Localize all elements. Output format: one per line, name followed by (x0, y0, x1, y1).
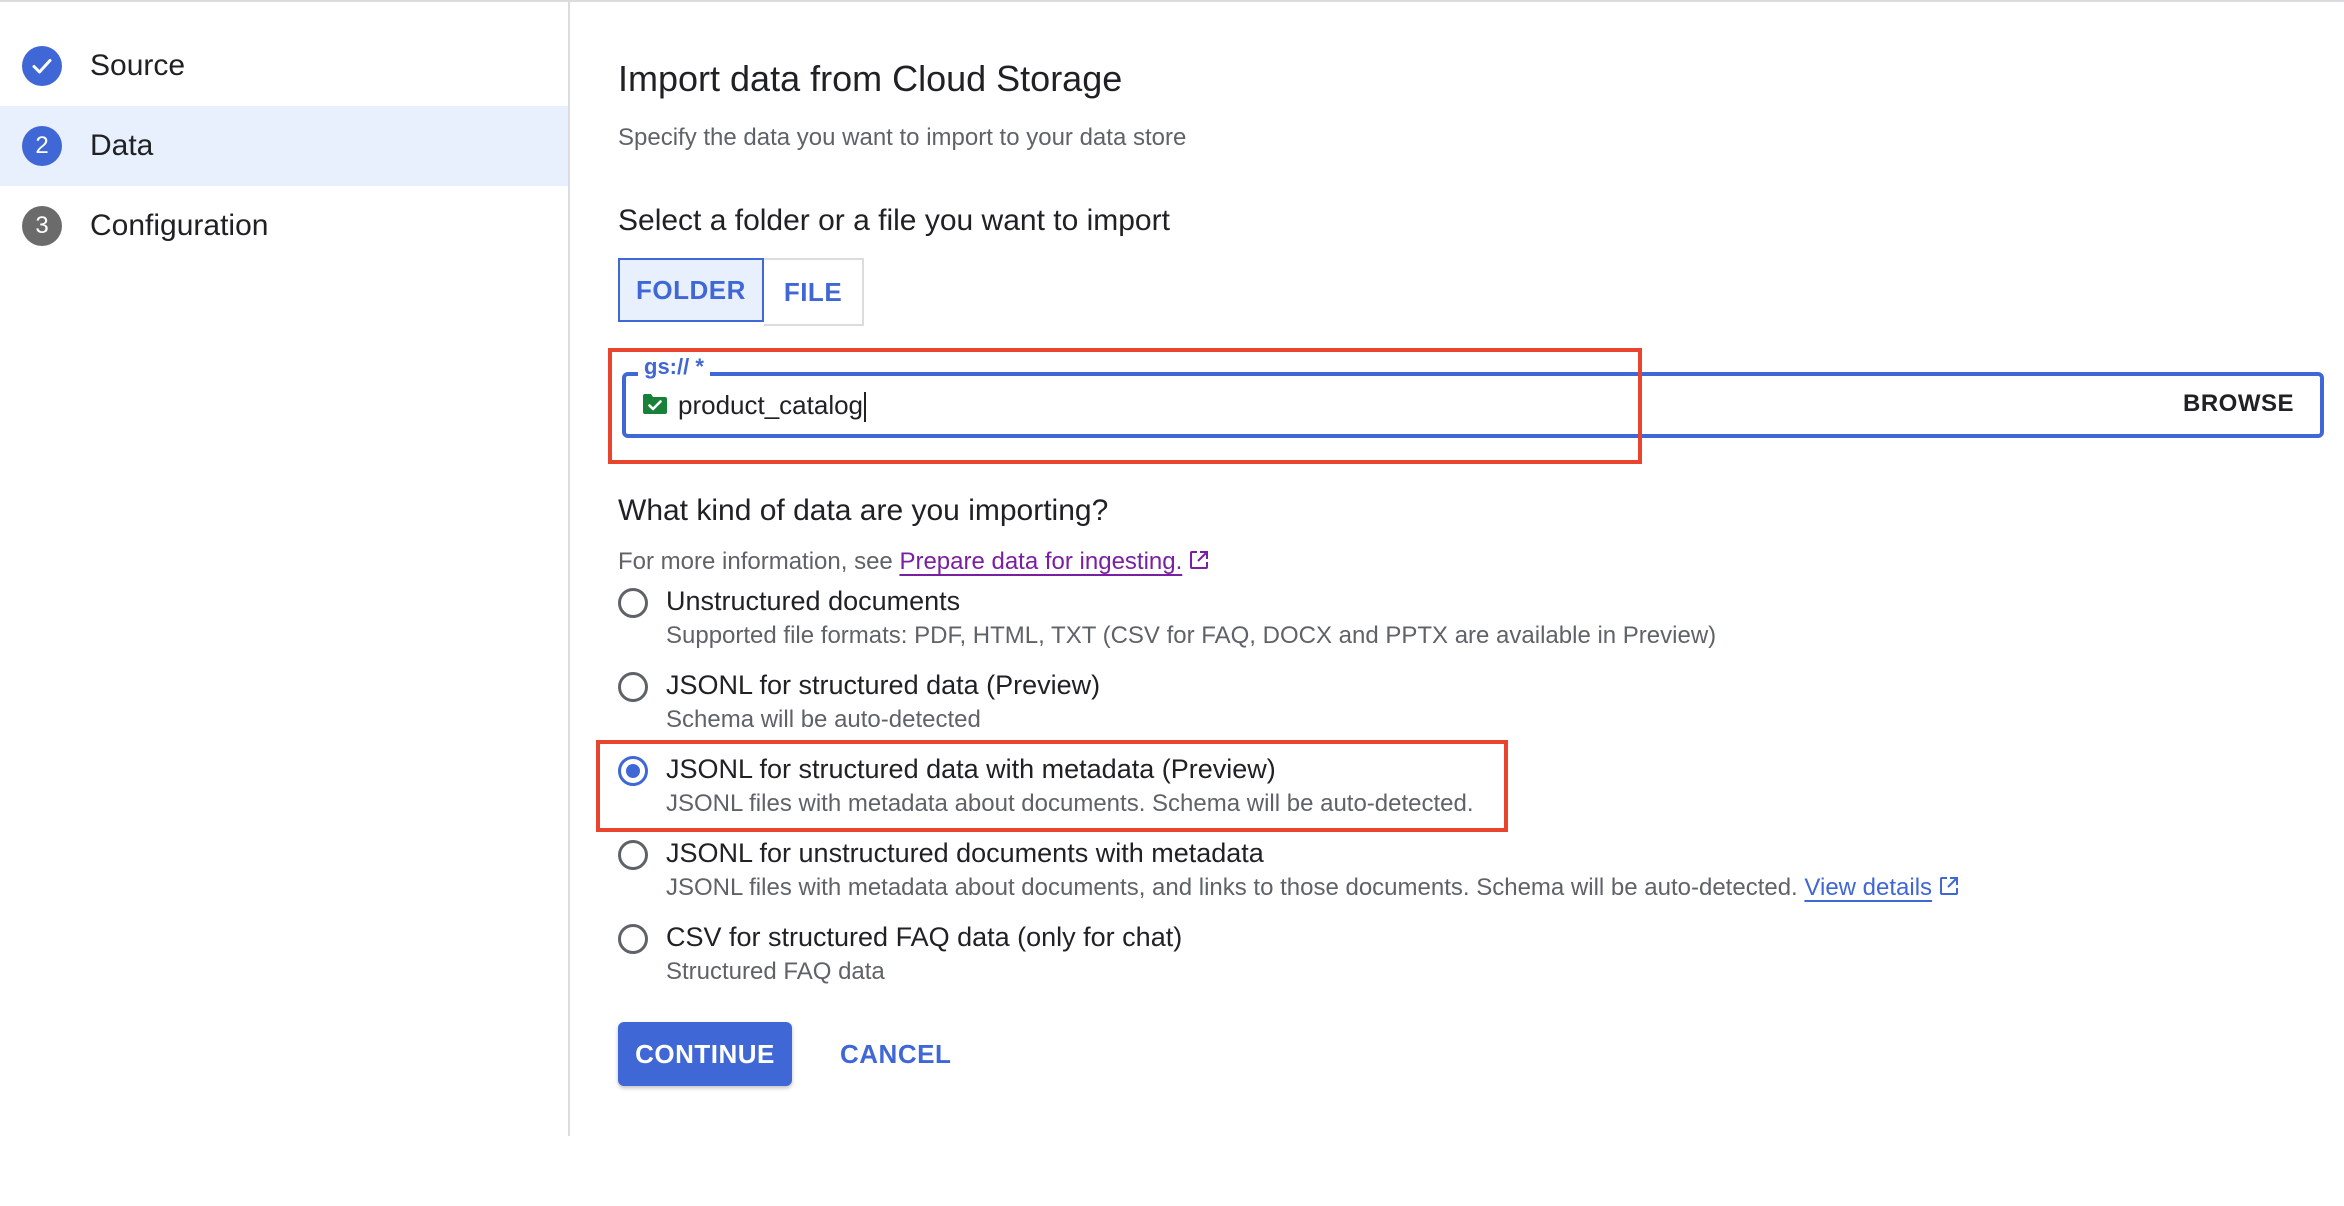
browse-button[interactable]: BROWSE (2183, 390, 2294, 418)
page-subtitle: Specify the data you want to import to y… (618, 124, 1187, 151)
radio-button[interactable] (618, 840, 648, 870)
view-details-link[interactable]: View details (1804, 874, 1932, 901)
step-number: 3 (22, 206, 62, 246)
file-toggle-button[interactable]: FILE (764, 258, 864, 326)
radio-button[interactable] (618, 672, 648, 702)
select-heading: Select a folder or a file you want to im… (618, 204, 1170, 237)
page-title: Import data from Cloud Storage (618, 58, 1123, 99)
external-link-icon (1188, 549, 1210, 571)
step-source[interactable]: Source (0, 26, 568, 106)
step-label: Data (90, 129, 154, 162)
step-number: 2 (22, 126, 62, 166)
info-text: For more information, see Prepare data f… (618, 548, 1210, 576)
step-configuration[interactable]: 3 Configuration (0, 186, 568, 266)
radio-button-selected[interactable] (618, 756, 648, 786)
gcs-path-field[interactable]: gs:// * product_catalog BROWSE (622, 354, 2324, 438)
path-input-value[interactable]: product_catalog (678, 390, 867, 423)
step-label: Configuration (90, 209, 269, 242)
step-data[interactable]: 2 Data (0, 106, 568, 186)
option-jsonl-structured-metadata[interactable]: JSONL for structured data with metadata … (618, 754, 2268, 834)
radio-button[interactable] (618, 924, 648, 954)
option-jsonl-unstructured-metadata[interactable]: JSONL for unstructured documents with me… (618, 838, 2268, 918)
option-desc: Structured FAQ data (666, 958, 885, 985)
option-title: CSV for structured FAQ data (only for ch… (666, 922, 1183, 952)
option-desc: JSONL files with metadata about document… (666, 790, 1474, 817)
external-link-icon (1938, 875, 1960, 897)
step-label: Source (90, 49, 186, 82)
folder-file-toggle: FOLDER FILE (618, 258, 864, 326)
continue-button[interactable]: CONTINUE (618, 1022, 792, 1086)
option-title: JSONL for structured data with metadata … (666, 754, 1276, 784)
prepare-data-link[interactable]: Prepare data for ingesting. (899, 548, 1182, 575)
option-desc: JSONL files with metadata about document… (666, 874, 1960, 902)
option-desc: Supported file formats: PDF, HTML, TXT (… (666, 622, 1717, 649)
kind-heading: What kind of data are you importing? (618, 494, 1109, 527)
folder-check-icon (642, 392, 668, 416)
option-desc: Schema will be auto-detected (666, 706, 981, 733)
option-title: Unstructured documents (666, 586, 961, 616)
option-title: JSONL for unstructured documents with me… (666, 838, 1264, 868)
check-icon (22, 46, 62, 86)
option-unstructured[interactable]: Unstructured documents Supported file fo… (618, 586, 2268, 666)
option-csv-faq[interactable]: CSV for structured FAQ data (only for ch… (618, 922, 2268, 1002)
option-jsonl-structured[interactable]: JSONL for structured data (Preview) Sche… (618, 670, 2268, 750)
folder-toggle-button[interactable]: FOLDER (618, 258, 764, 322)
radio-button[interactable] (618, 588, 648, 618)
field-label: gs:// * (638, 354, 710, 380)
cancel-button[interactable]: CANCEL (830, 1022, 961, 1086)
option-title: JSONL for structured data (Preview) (666, 670, 1101, 700)
stepper-sidebar: Source 2 Data 3 Configuration (0, 2, 570, 1136)
